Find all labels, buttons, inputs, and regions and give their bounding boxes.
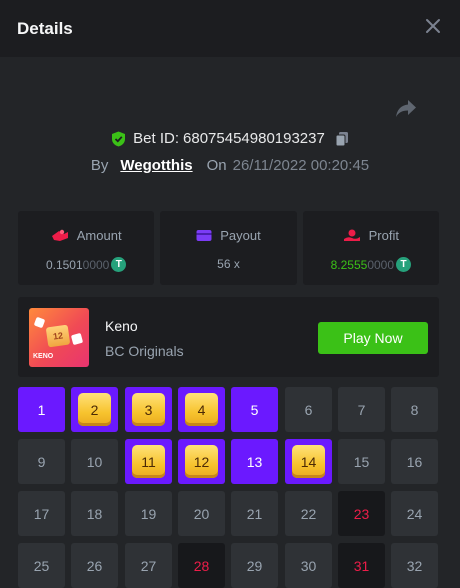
bet-meta-row: By Wegotthis On 26/11/2022 00:20:45 [0, 157, 460, 174]
keno-cell-number: 21 [246, 505, 263, 522]
payout-value: 56 x [217, 257, 240, 271]
keno-cell-22: 22 [285, 491, 332, 536]
keno-cell-number: 20 [193, 505, 210, 522]
keno-cell-number: 23 [353, 505, 370, 522]
bet-id-row: Bet ID: 68075454980193237 [0, 130, 460, 147]
gem-tile-icon: 11 [132, 445, 165, 478]
gem-tile-icon: 4 [185, 393, 218, 426]
keno-cell-15: 15 [338, 439, 385, 484]
profit-value: 8.2555 [330, 257, 368, 272]
keno-cell-number: 22 [300, 505, 317, 522]
keno-cell-8: 8 [391, 387, 438, 432]
dialog-title: Details [17, 19, 73, 38]
keno-cell-number: 18 [86, 505, 103, 522]
keno-cell-3: 3 [125, 387, 172, 432]
thumbnail-number-tile: 12 [45, 324, 71, 348]
gem-tile-icon: 2 [78, 393, 111, 426]
game-card: 12 KENO Keno BC Originals Play Now [18, 297, 439, 377]
keno-cell-14: 14 [285, 439, 332, 484]
keno-cell-number: 16 [406, 453, 423, 470]
profit-label: Profit [368, 228, 399, 243]
amount-stat: Amount 0.1501 0000 T [18, 211, 155, 285]
keno-cell-4: 4 [178, 387, 225, 432]
usdt-coin-icon: T [111, 257, 127, 272]
keno-cell-number: 5 [250, 401, 259, 418]
keno-cell-number: 13 [246, 453, 263, 470]
payout-icon [196, 230, 212, 241]
username-link[interactable]: Wegotthis [120, 157, 192, 174]
keno-cell-18: 18 [71, 491, 118, 536]
profit-stat: Profit 8.2555 0000 T [302, 211, 439, 285]
play-now-button[interactable]: Play Now [318, 322, 428, 354]
keno-cell-23: 23 [338, 491, 385, 536]
keno-cell-9: 9 [18, 439, 65, 484]
keno-thumbnail[interactable]: 12 KENO [29, 308, 89, 367]
bet-id-label: Bet ID: [133, 130, 180, 147]
keno-cell-20: 20 [178, 491, 225, 536]
share-icon[interactable] [395, 99, 417, 119]
keno-cell-number: 17 [33, 505, 50, 522]
gem-tile-icon: 12 [185, 445, 218, 478]
keno-cell-number: 6 [304, 401, 313, 418]
keno-cell-7: 7 [338, 387, 385, 432]
keno-cell-number: 7 [357, 401, 366, 418]
keno-cell-11: 11 [125, 439, 172, 484]
by-label: By [90, 157, 109, 174]
keno-cell-number: 24 [406, 505, 423, 522]
keno-cell-24: 24 [391, 491, 438, 536]
usdt-coin-icon: T [396, 257, 412, 272]
keno-cell-2: 2 [71, 387, 118, 432]
amount-label: Amount [76, 228, 122, 243]
payout-label: Payout [220, 228, 261, 243]
keno-cell-number: 15 [353, 453, 370, 470]
keno-cell-number: 8 [410, 401, 419, 418]
keno-cell-number: 10 [86, 453, 103, 470]
details-header: Details [0, 0, 460, 57]
stats-row: Amount 0.15010000 T Payout 56 x Profit [18, 211, 439, 285]
bet-timestamp: 26/11/2022 00:20:45 [232, 157, 370, 174]
copy-icon[interactable] [335, 131, 349, 147]
game-provider: BC Originals [105, 343, 184, 359]
keno-cell-10: 10 [71, 439, 118, 484]
amount-value-trailing: 0000 [82, 257, 110, 272]
amount-value: 0.1501 [45, 257, 83, 272]
dice-icon [33, 316, 46, 329]
keno-cell-19: 19 [125, 491, 172, 536]
profit-icon [343, 229, 360, 241]
keno-cell-number: 1 [37, 401, 46, 418]
keno-cell-16: 16 [391, 439, 438, 484]
dice-icon [70, 332, 84, 346]
thumbnail-label: KENO [33, 353, 54, 360]
game-name: Keno [105, 318, 138, 334]
verified-shield-icon [112, 131, 126, 146]
bet-id-value: 68075454980193237 [183, 130, 325, 147]
keno-cell-number: 9 [37, 453, 46, 470]
keno-cell-1: 1 [18, 387, 65, 432]
keno-cell-12: 12 [178, 439, 225, 484]
gem-tile-icon: 3 [132, 393, 165, 426]
keno-cell-13: 13 [231, 439, 278, 484]
amount-icon [51, 229, 68, 241]
keno-cell-21: 21 [231, 491, 278, 536]
payout-stat: Payout 56 x [160, 211, 297, 285]
keno-cell-5: 5 [231, 387, 278, 432]
keno-cell-6: 6 [285, 387, 332, 432]
keno-cell-17: 17 [18, 491, 65, 536]
profit-value-trailing: 0000 [367, 257, 395, 272]
keno-cell-number: 19 [140, 505, 157, 522]
gem-tile-icon: 14 [292, 445, 325, 478]
close-icon[interactable] [425, 18, 441, 34]
on-label: On [206, 157, 227, 174]
